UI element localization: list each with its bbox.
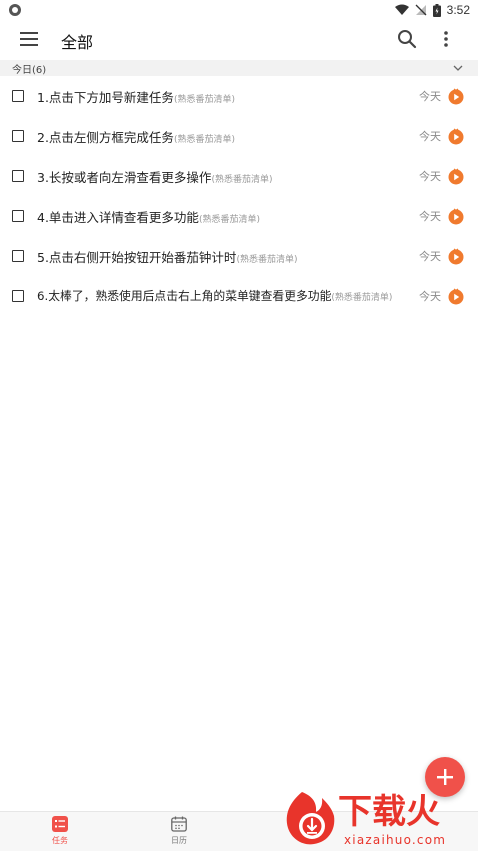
watermark: 下载火 xiazaihuo.com [282,788,478,851]
watermark-title: 下载火 [338,792,440,832]
task-date: 今天 [419,90,441,103]
task-row[interactable]: 6.太棒了，熟悉使用后点击右上角的菜单键查看更多功能(熟悉番茄清单) 今天 [0,276,478,316]
menu-icon[interactable] [18,28,40,50]
section-header-today[interactable]: 今日(6) [0,60,478,76]
task-row[interactable]: 1.点击下方加号新建任务(熟悉番茄清单) 今天 [0,76,478,116]
tab-tasks[interactable]: 任务 [40,816,80,850]
status-time: 3:52 [446,3,470,17]
task-list-tag: (熟悉番茄清单) [198,215,260,225]
task-row[interactable]: 3.长按或者向左滑查看更多操作(熟悉番茄清单) 今天 [0,156,478,196]
task-list-icon [52,816,68,832]
task-checkbox[interactable] [12,170,24,182]
task-title: 2.点击左侧方框完成任务(熟悉番茄清单) [37,127,235,146]
plus-icon [437,769,453,785]
task-title-text: 2.点击左侧方框完成任务 [37,130,174,145]
tomato-play-icon[interactable] [447,167,465,185]
task-date: 今天 [419,130,441,143]
task-title-text: 1.点击下方加号新建任务 [37,90,174,105]
task-checkbox[interactable] [12,290,24,302]
tab-tasks-label: 任务 [52,836,68,845]
task-checkbox[interactable] [12,130,24,142]
task-date: 今天 [419,170,441,183]
task-list-tag: (熟悉番茄清单) [236,255,298,265]
task-title-text: 5.点击右侧开始按钮开始番茄钟计时 [37,250,237,265]
status-icons: 3:52 [394,2,470,18]
task-title: 1.点击下方加号新建任务(熟悉番茄清单) [37,87,235,106]
no-signal-icon [415,4,427,16]
app-bar: 全部 [0,20,478,60]
flame-logo-icon [286,792,335,845]
tomato-play-icon[interactable] [447,87,465,105]
task-title-text: 3.长按或者向左滑查看更多操作 [37,170,212,185]
chevron-down-icon[interactable] [452,62,464,74]
app-notification-icon [9,4,21,16]
task-date: 今天 [419,210,441,223]
task-checkbox[interactable] [12,210,24,222]
task-date: 今天 [419,290,441,303]
task-list-tag: (熟悉番茄清单) [331,293,393,303]
task-title-text: 4.单击进入详情查看更多功能 [37,210,199,225]
tomato-play-icon[interactable] [447,127,465,145]
tab-calendar[interactable]: 日历 [159,816,199,850]
task-list-tag: (熟悉番茄清单) [173,95,235,105]
task-date: 今天 [419,250,441,263]
task-title-text: 6.太棒了，熟悉使用后点击右上角的菜单键查看更多功能 [37,289,332,303]
task-title: 3.长按或者向左滑查看更多操作(熟悉番茄清单) [37,167,272,186]
battery-icon [432,3,441,17]
task-title: 5.点击右侧开始按钮开始番茄钟计时(熟悉番茄清单) [37,247,297,266]
task-list-tag: (熟悉番茄清单) [211,175,273,185]
more-vertical-icon[interactable] [436,28,456,50]
search-icon[interactable] [396,28,418,50]
calendar-icon [171,816,187,832]
task-row[interactable]: 5.点击右侧开始按钮开始番茄钟计时(熟悉番茄清单) 今天 [0,236,478,276]
task-row[interactable]: 2.点击左侧方框完成任务(熟悉番茄清单) 今天 [0,116,478,156]
status-bar: 3:52 [0,0,478,20]
task-title: 4.单击进入详情查看更多功能(熟悉番茄清单) [37,207,260,226]
tomato-play-icon[interactable] [447,207,465,225]
watermark-domain: xiazaihuo.com [344,833,447,847]
tab-calendar-label: 日历 [171,836,187,845]
task-checkbox[interactable] [12,250,24,262]
task-list-tag: (熟悉番茄清单) [173,135,235,145]
tomato-play-icon[interactable] [447,247,465,265]
wifi-icon [394,4,409,15]
task-list: 1.点击下方加号新建任务(熟悉番茄清单) 今天 2.点击左侧方框完成任务(熟悉番… [0,76,478,316]
section-label: 今日(6) [12,65,47,76]
task-row[interactable]: 4.单击进入详情查看更多功能(熟悉番茄清单) 今天 [0,196,478,236]
tomato-play-icon[interactable] [447,287,465,305]
task-title: 6.太棒了，熟悉使用后点击右上角的菜单键查看更多功能(熟悉番茄清单) [37,287,392,304]
task-checkbox[interactable] [12,90,24,102]
page-title: 全部 [61,33,94,52]
